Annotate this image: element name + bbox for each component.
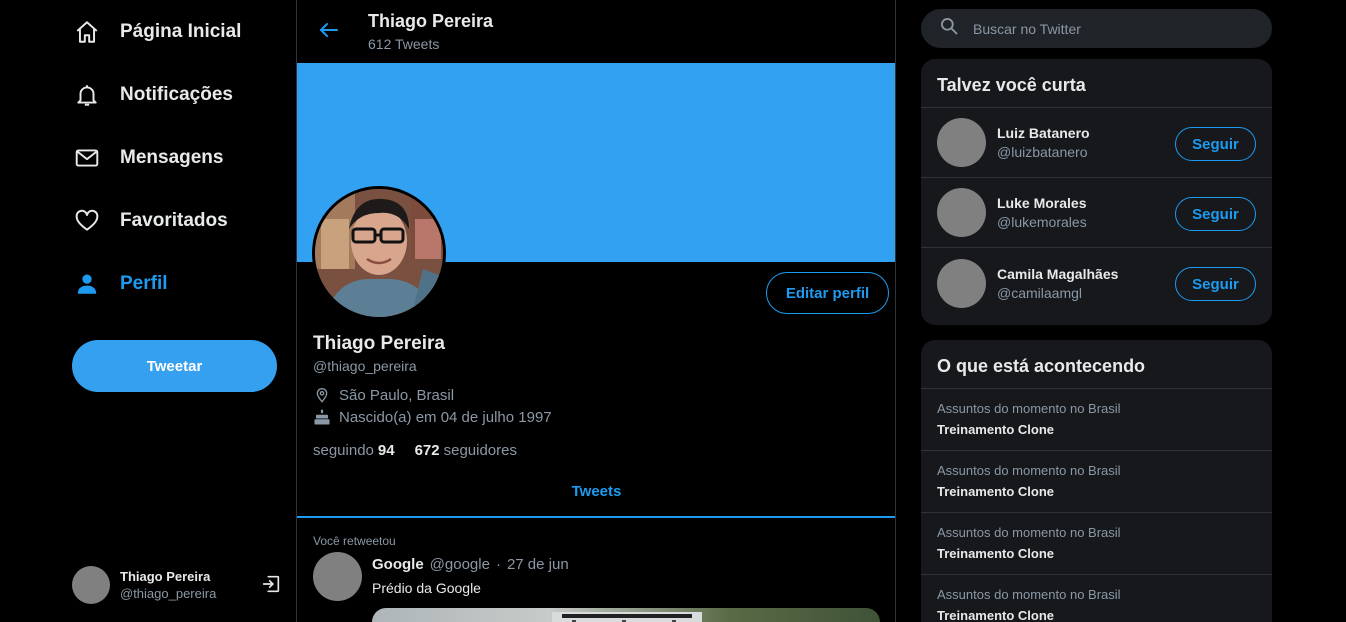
nav-item-label: Notificações xyxy=(120,84,233,105)
account-name: Thiago Pereira xyxy=(120,569,211,584)
trend-context: Assuntos do momento no Brasil xyxy=(937,401,1121,416)
birthday-cake-icon xyxy=(313,408,331,426)
search-bar[interactable] xyxy=(921,9,1272,48)
avatar xyxy=(937,258,986,308)
trend-item[interactable]: Assuntos do momento no Brasil Treinament… xyxy=(921,389,1272,451)
trend-item[interactable]: Assuntos do momento no Brasil Treinament… xyxy=(921,513,1272,575)
tweet-text: Prédio da Google xyxy=(372,580,481,596)
tweet-button[interactable]: Tweetar xyxy=(72,340,277,392)
location-pin-icon xyxy=(313,386,331,404)
edit-profile-button[interactable]: Editar perfil xyxy=(766,272,889,314)
who-to-follow-title: Talvez você curta xyxy=(921,59,1272,108)
profile-photo[interactable] xyxy=(312,186,446,320)
search-input[interactable] xyxy=(973,20,1253,37)
back-arrow-icon[interactable] xyxy=(317,18,341,47)
profile-name: Thiago Pereira xyxy=(313,333,445,354)
nav-item-label: Mensagens xyxy=(120,147,224,168)
left-sidebar: Página Inicial Notificações Mensagens Fa… xyxy=(0,0,297,622)
search-icon xyxy=(939,16,959,41)
profile-header: Thiago Pereira 612 Tweets xyxy=(297,0,895,62)
profile-handle: @thiago_pereira xyxy=(313,358,417,374)
follow-counts: seguindo 94 672 seguidores xyxy=(313,442,517,459)
person-icon xyxy=(72,269,102,299)
user-handle: @luizbatanero xyxy=(997,144,1088,160)
user-name: Camila Magalhães xyxy=(997,265,1119,282)
profile-location: São Paulo, Brasil xyxy=(313,386,454,404)
nav-item-home[interactable]: Página Inicial xyxy=(72,12,241,52)
logout-icon[interactable] xyxy=(260,573,282,600)
right-sidebar: Talvez você curta Luiz Batanero @luizbat… xyxy=(921,0,1272,622)
tweet-handle: @google xyxy=(429,556,490,573)
user-name: Luiz Batanero xyxy=(997,125,1090,141)
avatar xyxy=(937,118,986,167)
trend-context: Assuntos do momento no Brasil xyxy=(937,463,1121,478)
nav-item-label: Perfil xyxy=(120,273,168,294)
trend-item[interactable]: Assuntos do momento no Brasil Treinament… xyxy=(921,575,1272,622)
avatar xyxy=(937,188,986,237)
trend-context: Assuntos do momento no Brasil xyxy=(937,587,1121,602)
tweet-count: 612 Tweets xyxy=(368,36,440,52)
followers-label: seguidores xyxy=(443,442,517,459)
followers-count: 672 xyxy=(414,442,440,459)
bell-icon xyxy=(72,80,102,110)
trend-item[interactable]: Assuntos do momento no Brasil Treinament… xyxy=(921,451,1272,513)
page-title: Thiago Pereira xyxy=(368,11,494,31)
location-text: São Paulo, Brasil xyxy=(339,386,455,404)
nav-item-profile[interactable]: Perfil xyxy=(72,264,168,304)
follow-button[interactable]: Seguir xyxy=(1175,267,1256,301)
following-link[interactable]: seguindo 94 xyxy=(313,442,399,459)
tweet-image[interactable] xyxy=(372,608,880,622)
suggested-user[interactable]: Luke Morales @lukemorales Seguir xyxy=(921,178,1272,248)
following-label: seguindo xyxy=(313,442,374,459)
suggested-user[interactable]: Camila Magalhães @camilaamgl Seguir xyxy=(921,248,1272,318)
nav-item-favorites[interactable]: Favoritados xyxy=(72,201,228,241)
profile-birthdate: Nascido(a) em 04 de julho 1997 xyxy=(313,408,552,426)
tab-tweets[interactable]: Tweets xyxy=(297,478,895,518)
follow-button[interactable]: Seguir xyxy=(1175,127,1256,161)
trend-topic: Treinamento Clone xyxy=(937,546,1055,561)
user-handle: @camilaamgl xyxy=(997,284,1083,301)
user-handle: @lukemorales xyxy=(997,214,1087,230)
tweet-date[interactable]: 27 de jun xyxy=(507,556,569,573)
tweet-avatar[interactable] xyxy=(313,552,362,601)
birthdate-text: Nascido(a) em 04 de julho 1997 xyxy=(339,408,552,426)
account-handle: @thiago_pereira xyxy=(120,586,217,601)
account-switcher[interactable]: Thiago Pereira @thiago_pereira xyxy=(72,563,282,607)
avatar xyxy=(72,566,110,604)
who-to-follow-panel: Talvez você curta Luiz Batanero @luizbat… xyxy=(921,59,1272,325)
suggested-user[interactable]: Luiz Batanero @luizbatanero Seguir xyxy=(921,108,1272,178)
nav-item-notifications[interactable]: Notificações xyxy=(72,75,233,115)
trends-panel: O que está acontecendo Assuntos do momen… xyxy=(921,340,1272,622)
user-name: Luke Morales xyxy=(997,195,1087,211)
tweet-author[interactable]: Google xyxy=(372,556,424,573)
retweet-label: Você retweetou xyxy=(313,534,396,548)
trend-topic: Treinamento Clone xyxy=(937,608,1055,622)
trend-topic: Treinamento Clone xyxy=(937,422,1055,437)
tweet-separator: · xyxy=(495,556,501,573)
follow-button[interactable]: Seguir xyxy=(1175,197,1256,231)
heart-icon xyxy=(72,206,102,236)
trend-context: Assuntos do momento no Brasil xyxy=(937,525,1121,540)
mail-icon xyxy=(72,143,102,173)
nav-item-label: Página Inicial xyxy=(120,21,242,42)
following-count: 94 xyxy=(377,442,395,459)
followers-link[interactable]: 672 seguidores xyxy=(411,442,517,459)
trend-topic: Treinamento Clone xyxy=(937,484,1055,499)
nav-item-label: Favoritados xyxy=(120,210,228,231)
nav-item-messages[interactable]: Mensagens xyxy=(72,138,223,178)
tweet-header: Google @google · 27 de jun xyxy=(372,556,569,573)
home-icon xyxy=(72,17,102,47)
trends-title: O que está acontecendo xyxy=(921,340,1272,389)
profile-column: Thiago Pereira 612 Tweets Editar perfil … xyxy=(297,0,896,622)
